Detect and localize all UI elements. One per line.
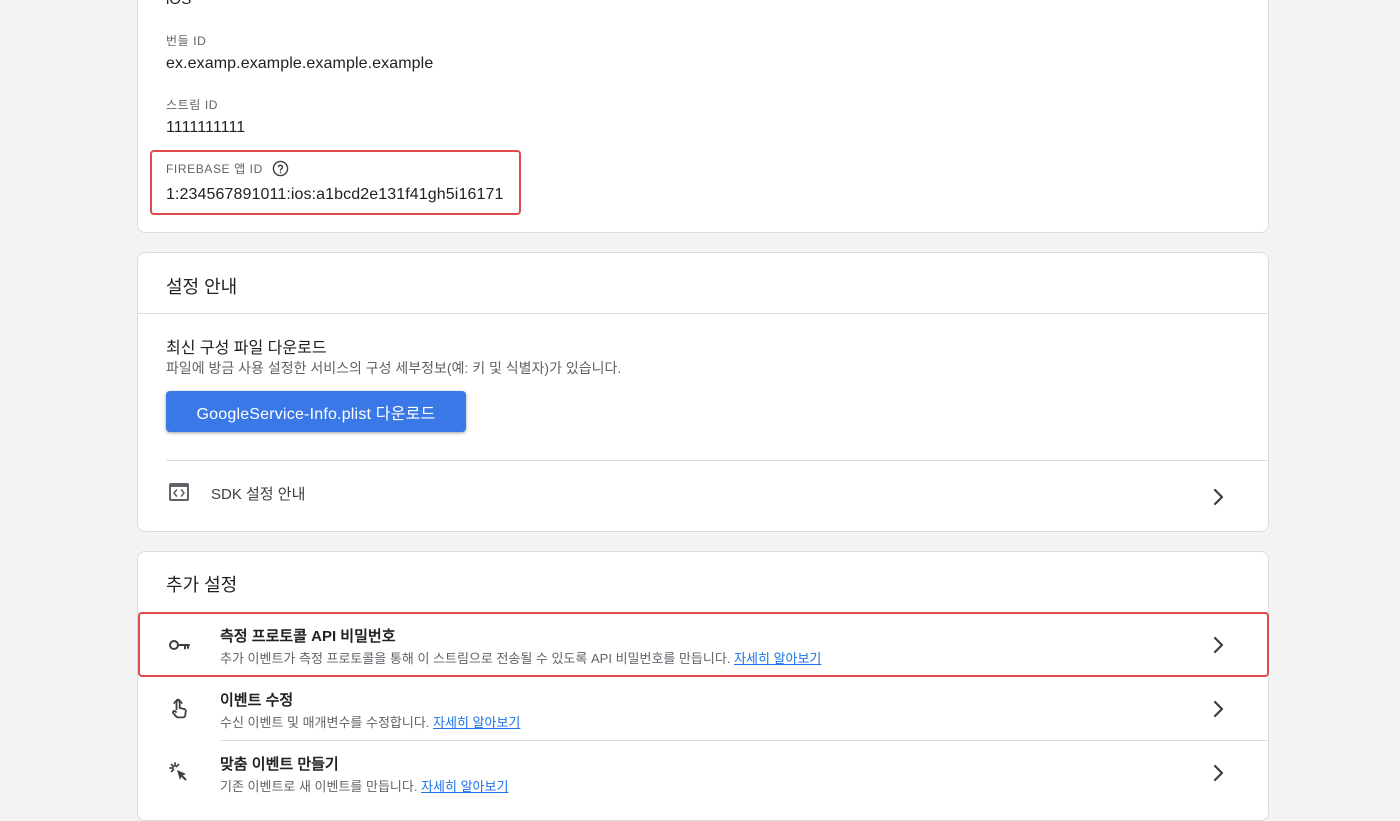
setup-guide-card: 설정 안내 최신 구성 파일 다운로드 파일에 방금 사용 설정한 서비스의 구…	[137, 252, 1269, 532]
help-circle-icon[interactable]	[272, 160, 289, 177]
firebase-app-id-label-wrap: FIREBASE 앱 ID	[166, 160, 289, 177]
modify-events-desc: 수신 이벤트 및 매개변수를 수정합니다.	[220, 715, 430, 730]
chevron-right-icon	[1213, 700, 1224, 718]
firebase-app-id-label: FIREBASE 앱 ID	[166, 162, 263, 176]
create-custom-events-desc: 기존 이벤트로 새 이벤트를 만듭니다.	[220, 779, 418, 794]
stream-id-label: 스트림 ID	[166, 98, 219, 112]
chevron-right-icon	[1213, 764, 1224, 782]
additional-settings-title: 추가 설정	[166, 575, 238, 595]
modify-events-title: 이벤트 수정	[220, 692, 294, 709]
setup-divider	[138, 313, 1268, 314]
learn-more-link[interactable]: 자세히 알아보기	[421, 779, 508, 794]
modify-events-desc-wrap: 수신 이벤트 및 매개변수를 수정합니다. 자세히 알아보기	[220, 712, 520, 731]
stream-id-value: 1111111111	[166, 119, 246, 136]
create-custom-events-row[interactable]: 맞춤 이벤트 만들기 기존 이벤트로 새 이벤트를 만듭니다. 자세히 알아보기	[138, 741, 1268, 805]
setup-guide-title: 설정 안내	[166, 277, 238, 297]
platform-value: iOS	[166, 0, 191, 8]
sdk-setup-row[interactable]: SDK 설정 안내	[138, 461, 1268, 532]
stream-details-card: iOS 번들 ID ex.examp.example.example.examp…	[137, 0, 1269, 233]
bundle-id-value: ex.examp.example.example.example	[166, 55, 434, 72]
modify-events-row[interactable]: 이벤트 수정 수신 이벤트 및 매개변수를 수정합니다. 자세히 알아보기	[138, 677, 1268, 740]
sdk-setup-label: SDK 설정 안내	[211, 486, 306, 503]
download-config-desc: 파일에 방금 사용 설정한 서비스의 구성 세부정보(예: 키 및 식별자)가 …	[166, 360, 622, 376]
touch-hand-icon	[172, 698, 187, 719]
create-custom-events-desc-wrap: 기존 이벤트로 새 이벤트를 만듭니다. 자세히 알아보기	[220, 776, 508, 795]
download-plist-button[interactable]: GoogleService-Info.plist 다운로드	[166, 391, 466, 432]
firebase-app-id-value: 1:234567891011:ios:a1bcd2e131f41gh5i1617…	[166, 186, 504, 203]
create-custom-events-title: 맞춤 이벤트 만들기	[220, 756, 339, 773]
bundle-id-label: 번들 ID	[166, 34, 207, 48]
additional-settings-card: 추가 설정 측정 프로토콜 API 비밀번호 추가 이벤트가 측정 프로토콜을 …	[137, 551, 1269, 821]
click-sparkle-icon	[169, 762, 187, 781]
measurement-protocol-highlight	[138, 612, 1269, 677]
code-icon	[169, 483, 189, 501]
download-config-heading: 최신 구성 파일 다운로드	[166, 340, 327, 357]
chevron-right-icon	[1213, 488, 1224, 506]
learn-more-link[interactable]: 자세히 알아보기	[433, 715, 520, 730]
